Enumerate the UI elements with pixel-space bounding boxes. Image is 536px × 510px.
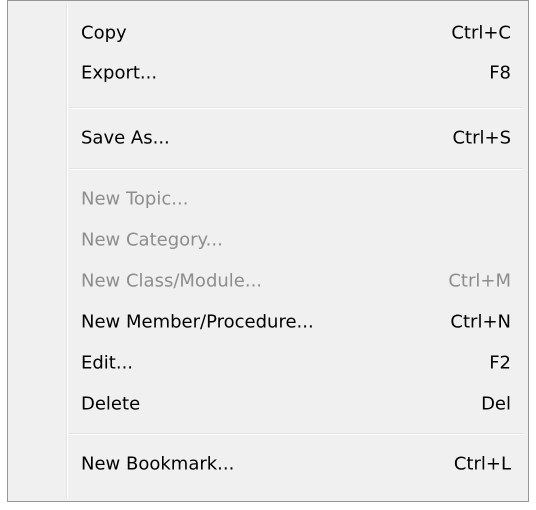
menu-item-save-as[interactable]: Save As... Ctrl+S <box>11 118 525 158</box>
menu-item-label: Edit... <box>81 352 134 374</box>
menu-item-shortcut: Ctrl+S <box>452 127 511 149</box>
menu-item-label: New Member/Procedure... <box>81 311 314 333</box>
menu-item-new-category[interactable]: New Category... <box>11 220 525 260</box>
menu-separator <box>69 433 523 435</box>
menu-item-new-member-procedure[interactable]: New Member/Procedure... Ctrl+N <box>11 302 525 342</box>
menu-item-label: New Topic... <box>81 188 189 210</box>
menu-item-shortcut: F2 <box>489 352 511 374</box>
menu-item-label: Delete <box>81 393 141 415</box>
menu-item-export[interactable]: Export... F8 <box>11 53 525 93</box>
menu-item-label: Save As... <box>81 127 170 149</box>
menu-item-copy[interactable]: Copy Ctrl+C <box>11 13 525 53</box>
menu-separator <box>69 168 523 170</box>
menu-item-edit[interactable]: Edit... F2 <box>11 343 525 383</box>
menu-item-shortcut: Del <box>481 393 511 415</box>
menu-item-label: New Category... <box>81 229 223 251</box>
menu-item-shortcut: F8 <box>489 62 511 84</box>
menu-item-shortcut: Ctrl+M <box>448 270 511 292</box>
menu-item-label: Copy <box>81 22 127 44</box>
menu-item-label: New Bookmark... <box>81 453 235 475</box>
menu-item-new-topic[interactable]: New Topic... <box>11 179 525 219</box>
context-menu: Copy Ctrl+C Export... F8 Save As... Ctrl… <box>7 0 529 502</box>
menu-item-shortcut: Ctrl+N <box>450 311 511 333</box>
menu-item-delete[interactable]: Delete Del <box>11 384 525 424</box>
menu-item-new-class-module[interactable]: New Class/Module... Ctrl+M <box>11 261 525 301</box>
menu-item-new-bookmark[interactable]: New Bookmark... Ctrl+L <box>11 444 525 484</box>
menu-item-label: Export... <box>81 62 158 84</box>
menu-separator <box>69 107 523 109</box>
menu-item-shortcut: Ctrl+C <box>451 22 511 44</box>
menu-item-label: New Class/Module... <box>81 270 263 292</box>
menu-item-shortcut: Ctrl+L <box>453 453 511 475</box>
